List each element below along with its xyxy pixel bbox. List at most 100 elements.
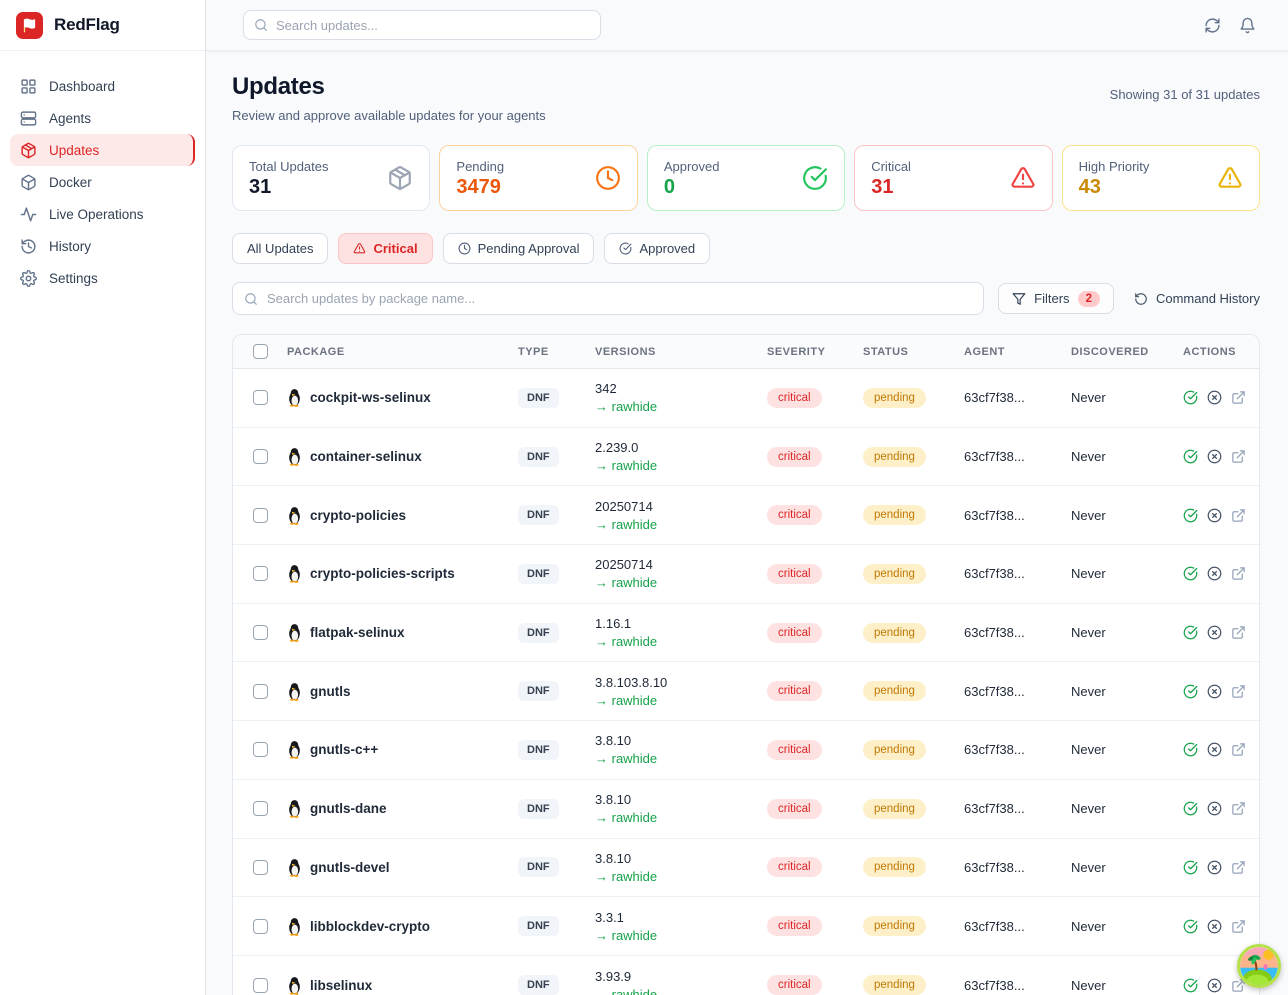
open-external-link-icon[interactable] [1231,625,1246,640]
sidebar-item-settings[interactable]: Settings [10,262,195,294]
approve-check-circle-icon[interactable] [1183,508,1198,523]
tab-label: Pending Approval [478,241,580,256]
dismiss-x-circle-icon[interactable] [1207,566,1222,581]
open-external-link-icon[interactable] [1231,742,1246,757]
approve-check-circle-icon[interactable] [1183,978,1198,993]
status-badge: pending [863,681,926,701]
package-name: gnutls-devel [310,860,390,875]
approve-check-circle-icon[interactable] [1183,684,1198,699]
dismiss-x-circle-icon[interactable] [1207,742,1222,757]
row-checkbox[interactable] [253,390,268,405]
open-external-link-icon[interactable] [1231,390,1246,405]
column-header-versions: VERSIONS [595,346,767,358]
filters-label: Filters [1034,291,1069,306]
alert-triangle-icon [1217,165,1243,191]
dismiss-x-circle-icon[interactable] [1207,449,1222,464]
global-search-input[interactable] [276,18,590,33]
bell-icon[interactable] [1239,17,1256,34]
approve-check-circle-icon[interactable] [1183,566,1198,581]
row-checkbox[interactable] [253,742,268,757]
approve-check-circle-icon[interactable] [1183,625,1198,640]
dismiss-x-circle-icon[interactable] [1207,684,1222,699]
package-name: gnutls-c++ [310,742,378,757]
dismiss-x-circle-icon[interactable] [1207,801,1222,816]
dismiss-x-circle-icon[interactable] [1207,919,1222,934]
sidebar-item-dashboard[interactable]: Dashboard [10,70,195,102]
linux-penguin-icon [287,623,302,642]
island-widget-button[interactable] [1237,944,1281,988]
discovered-value: Never [1071,508,1183,523]
search-icon [254,18,268,32]
dismiss-x-circle-icon[interactable] [1207,860,1222,875]
page-subtitle: Review and approve available updates for… [232,108,546,123]
row-checkbox[interactable] [253,801,268,816]
version-to: → rawhide [595,987,767,995]
column-header-package: PACKAGE [287,346,518,358]
dismiss-x-circle-icon[interactable] [1207,625,1222,640]
discovered-value: Never [1071,390,1183,405]
command-history-button[interactable]: Command History [1134,291,1260,306]
topbar-actions [1204,17,1288,34]
filters-button[interactable]: Filters 2 [998,283,1114,314]
row-checkbox[interactable] [253,508,268,523]
sidebar-item-updates[interactable]: Updates [10,134,195,166]
package-name: crypto-policies-scripts [310,566,455,581]
severity-badge: critical [767,388,822,408]
row-checkbox[interactable] [253,625,268,640]
row-checkbox[interactable] [253,449,268,464]
dismiss-x-circle-icon[interactable] [1207,508,1222,523]
layout-grid-icon [20,78,37,95]
open-external-link-icon[interactable] [1231,508,1246,523]
discovered-value: Never [1071,919,1183,934]
tab-all-updates[interactable]: All Updates [232,233,328,264]
tab-critical[interactable]: Critical [338,233,432,264]
open-external-link-icon[interactable] [1231,566,1246,581]
open-external-link-icon[interactable] [1231,919,1246,934]
sidebar-item-history[interactable]: History [10,230,195,262]
severity-badge: critical [767,681,822,701]
main-area: Updates Review and approve available upd… [206,0,1288,995]
package-name: libblockdev-crypto [310,919,430,934]
activity-icon [20,206,37,223]
tab-pending-approval[interactable]: Pending Approval [443,233,595,264]
linux-penguin-icon [287,740,302,759]
severity-badge: critical [767,623,822,643]
type-badge: DNF [518,388,559,408]
open-external-link-icon[interactable] [1231,684,1246,699]
tab-approved[interactable]: Approved [604,233,710,264]
approve-check-circle-icon[interactable] [1183,449,1198,464]
sidebar-item-live-operations[interactable]: Live Operations [10,198,195,230]
table-toolbar: Filters 2 Command History [232,282,1260,315]
package-search-input[interactable] [267,291,972,306]
clock-icon [458,242,471,255]
approve-check-circle-icon[interactable] [1183,919,1198,934]
row-checkbox[interactable] [253,860,268,875]
alert-triangle-icon [1010,165,1036,191]
refresh-icon[interactable] [1204,17,1221,34]
row-checkbox[interactable] [253,919,268,934]
dismiss-x-circle-icon[interactable] [1207,978,1222,993]
status-badge: pending [863,975,926,995]
open-external-link-icon[interactable] [1231,801,1246,816]
package-icon [20,142,37,159]
stat-card-total-updates: Total Updates 31 [232,145,430,211]
open-external-link-icon[interactable] [1231,449,1246,464]
agent-id: 63cf7f38... [964,801,1071,816]
open-external-link-icon[interactable] [1231,860,1246,875]
sidebar-item-agents[interactable]: Agents [10,102,195,134]
approve-check-circle-icon[interactable] [1183,742,1198,757]
type-badge: DNF [518,623,559,643]
package-name: gnutls-dane [310,801,387,816]
row-checkbox[interactable] [253,566,268,581]
approve-check-circle-icon[interactable] [1183,860,1198,875]
agent-id: 63cf7f38... [964,742,1071,757]
discovered-value: Never [1071,801,1183,816]
dismiss-x-circle-icon[interactable] [1207,390,1222,405]
severity-badge: critical [767,564,822,584]
row-checkbox[interactable] [253,684,268,699]
approve-check-circle-icon[interactable] [1183,390,1198,405]
sidebar-item-docker[interactable]: Docker [10,166,195,198]
select-all-checkbox[interactable] [253,344,268,359]
row-checkbox[interactable] [253,978,268,993]
approve-check-circle-icon[interactable] [1183,801,1198,816]
